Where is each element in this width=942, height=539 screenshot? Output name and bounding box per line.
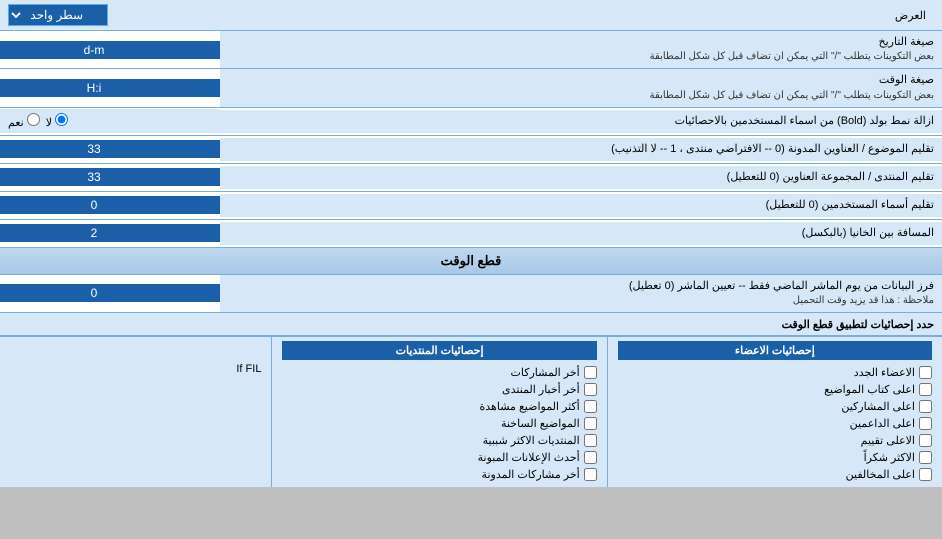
member-label-6: اعلى المخالفين	[846, 468, 915, 481]
bold-remove-row: ازالة نمط بولد (Bold) من اسماء المستخدمي…	[0, 108, 942, 136]
member-label-5: الاكثر شكراً	[864, 451, 915, 464]
time-format-row: صيغة الوقت بعض التكوينات يتطلب "/" التي …	[0, 69, 942, 107]
member-cb-1[interactable]	[919, 383, 932, 396]
member-item-4: الاعلى تقييم	[618, 432, 932, 449]
post-label-6: أخر مشاركات المدونة	[482, 468, 580, 481]
column-gap-row: المسافة بين الخانيا (بالبكسل)	[0, 220, 942, 248]
usernames-row: تقليم أسماء المستخدمين (0 للتعطيل)	[0, 192, 942, 220]
subject-headers-label: تقليم الموضوع / العناوين المدونة (0 -- ا…	[220, 138, 942, 161]
member-cb-5[interactable]	[919, 451, 932, 464]
post-label-4: المنتديات الاكثر شببية	[483, 434, 580, 447]
radio-yes-label: نعم	[8, 113, 40, 129]
post-label-5: أحدث الإعلانات المبونة	[478, 451, 580, 464]
radio-no-label: لا	[46, 113, 68, 129]
date-format-input[interactable]	[4, 43, 184, 57]
post-item-1: أخر أخبار المنتدى	[282, 381, 596, 398]
member-cb-2[interactable]	[919, 400, 932, 413]
member-item-3: اعلى الداعمين	[618, 415, 932, 432]
if-fil-text: If FIL	[10, 361, 261, 377]
member-cb-4[interactable]	[919, 434, 932, 447]
column-gap-label: المسافة بين الخانيا (بالبكسل)	[220, 222, 942, 245]
member-label-3: اعلى الداعمين	[850, 417, 915, 430]
stats-apply-label: حدد إحصائيات لتطبيق قطع الوقت	[782, 319, 934, 331]
display-row: العرض سطر واحد	[0, 0, 942, 31]
post-cb-1[interactable]	[584, 383, 597, 396]
subject-headers-input[interactable]	[4, 142, 184, 156]
member-label-4: الاعلى تقييم	[861, 434, 915, 447]
post-label-3: المواضيع الساخنة	[501, 417, 580, 430]
member-item-5: الاكثر شكراً	[618, 449, 932, 466]
usernames-label: تقليم أسماء المستخدمين (0 للتعطيل)	[220, 194, 942, 217]
usernames-input-cell	[0, 196, 220, 214]
bold-remove-options: لا نعم	[0, 109, 220, 133]
post-item-0: أخر المشاركات	[282, 364, 596, 381]
col-posts: إحصائيات المنتديات أخر المشاركات أخر أخب…	[272, 337, 607, 487]
member-cb-6[interactable]	[919, 468, 932, 481]
time-format-input[interactable]	[4, 81, 184, 95]
radio-no[interactable]	[55, 113, 68, 126]
cutoff-section-header: قطع الوقت	[0, 248, 942, 275]
cutoff-row: فرز البيانات من يوم الماشر الماضي فقط --…	[0, 275, 942, 313]
column-gap-input-cell	[0, 224, 220, 242]
post-label-0: أخر المشاركات	[511, 366, 580, 379]
member-cb-0[interactable]	[919, 366, 932, 379]
member-label-2: اعلى المشاركين	[841, 400, 915, 413]
col-members: إحصائيات الاعضاء الاعضاء الجدد اعلى كتاب…	[608, 337, 942, 487]
post-cb-3[interactable]	[584, 417, 597, 430]
cutoff-input[interactable]	[4, 286, 184, 300]
date-format-input-cell	[0, 41, 220, 59]
date-format-row: صيغة التاريخ بعض التكوينات يتطلب "/" الت…	[0, 31, 942, 69]
post-label-2: أكثر المواضيع مشاهدة	[480, 400, 580, 413]
forum-headers-row: تقليم المنتدى / المجموعة العناوين (0 للت…	[0, 164, 942, 192]
forum-headers-input-cell	[0, 168, 220, 186]
post-item-5: أحدث الإعلانات المبونة	[282, 449, 596, 466]
cutoff-input-cell	[0, 284, 220, 302]
time-format-label: صيغة الوقت بعض التكوينات يتطلب "/" التي …	[220, 69, 942, 106]
post-cb-2[interactable]	[584, 400, 597, 413]
time-format-input-cell	[0, 79, 220, 97]
post-cb-5[interactable]	[584, 451, 597, 464]
member-item-0: الاعضاء الجدد	[618, 364, 932, 381]
post-item-3: المواضيع الساخنة	[282, 415, 596, 432]
member-item-1: اعلى كتاب المواضيع	[618, 381, 932, 398]
column-gap-input[interactable]	[4, 226, 184, 240]
member-label-0: الاعضاء الجدد	[854, 366, 915, 379]
bold-remove-label: ازالة نمط بولد (Bold) من اسماء المستخدمي…	[220, 110, 942, 133]
post-item-4: المنتديات الاكثر شببية	[282, 432, 596, 449]
col-members-header: إحصائيات الاعضاء	[618, 341, 932, 360]
member-item-6: اعلى المخالفين	[618, 466, 932, 483]
cutoff-label: فرز البيانات من يوم الماشر الماضي فقط --…	[220, 275, 942, 312]
usernames-input[interactable]	[4, 198, 184, 212]
columns-area: إحصائيات الاعضاء الاعضاء الجدد اعلى كتاب…	[0, 336, 942, 487]
member-label-1: اعلى كتاب المواضيع	[824, 383, 915, 396]
main-container: العرض سطر واحد صيغة التاريخ بعض التكوينا…	[0, 0, 942, 487]
member-cb-3[interactable]	[919, 417, 932, 430]
forum-headers-input[interactable]	[4, 170, 184, 184]
subject-headers-input-cell	[0, 140, 220, 158]
col-right: If FIL	[0, 337, 272, 487]
post-cb-4[interactable]	[584, 434, 597, 447]
post-cb-6[interactable]	[584, 468, 597, 481]
member-item-2: اعلى المشاركين	[618, 398, 932, 415]
subject-headers-row: تقليم الموضوع / العناوين المدونة (0 -- ا…	[0, 136, 942, 164]
post-label-1: أخر أخبار المنتدى	[502, 383, 580, 396]
display-label: العرض	[108, 9, 926, 22]
forum-headers-label: تقليم المنتدى / المجموعة العناوين (0 للت…	[220, 166, 942, 189]
radio-yes[interactable]	[27, 113, 40, 126]
post-item-2: أكثر المواضيع مشاهدة	[282, 398, 596, 415]
post-item-6: أخر مشاركات المدونة	[282, 466, 596, 483]
display-select[interactable]: سطر واحد	[8, 4, 108, 26]
stats-apply-row: حدد إحصائيات لتطبيق قطع الوقت	[0, 313, 942, 336]
post-cb-0[interactable]	[584, 366, 597, 379]
date-format-label: صيغة التاريخ بعض التكوينات يتطلب "/" الت…	[220, 31, 942, 68]
col-posts-header: إحصائيات المنتديات	[282, 341, 596, 360]
